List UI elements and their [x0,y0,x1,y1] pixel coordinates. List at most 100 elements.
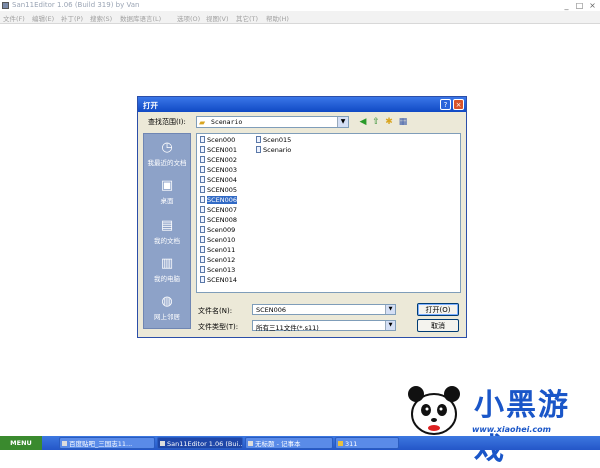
menu-file[interactable]: 文件(F) [3,13,25,23]
file-item[interactable]: SCEN008 [200,216,237,225]
file-name: Scenario [263,146,292,154]
lookin-combo[interactable]: ▰ Scenario ▼ [196,116,349,128]
place-my-documents[interactable]: ▤ 我的文档 [144,218,190,245]
file-name: Scen009 [207,226,236,234]
task-label: 311 [345,440,358,448]
menu-options[interactable]: 选项(O) [177,13,200,23]
start-button[interactable]: MENU [0,436,42,450]
chevron-down-icon[interactable]: ▼ [385,321,395,330]
file-name: Scen012 [207,256,236,264]
filetype-select[interactable]: 所有三11文件(*.s11) ▼ [252,320,396,332]
close-icon[interactable]: × [587,1,598,10]
file-item[interactable]: Scen010 [200,236,235,245]
folder-icon [338,441,343,446]
up-folder-icon[interactable]: ⇧ [370,116,382,128]
menu-view[interactable]: 视图(V) [206,13,229,23]
help-icon[interactable]: ? [440,99,451,110]
recent-documents-icon: ◷ [161,140,173,155]
open-file-dialog: 打开 ? × 查找范围(I): ▰ Scenario ▼ ◀ ⇧ ✱ ▦ ◷ 我… [137,96,467,338]
file-item[interactable]: SCEN007 [200,206,237,215]
menu-edit[interactable]: 编辑(E) [32,13,54,23]
file-item[interactable]: Scen000 [200,136,235,145]
menu-help[interactable]: 帮助(H) [266,13,289,23]
file-icon [200,176,205,183]
task-label: 无标题 - 记事本 [255,440,301,448]
filename-value: SCEN006 [256,306,287,314]
my-computer-icon: ▥ [160,256,174,271]
filename-input[interactable]: SCEN006 ▼ [252,304,396,315]
lookin-value: Scenario [211,118,243,126]
open-button[interactable]: 打开(O) [417,303,459,316]
back-icon[interactable]: ◀ [357,116,369,128]
dialog-close-icon[interactable]: × [453,99,464,110]
desktop-icon: ▣ [160,178,174,193]
file-name: SCEN002 [207,156,238,164]
folder-icon: ▰ [199,118,206,127]
chevron-down-icon[interactable]: ▼ [385,305,395,314]
place-label: 我最近的文档 [147,159,187,167]
panda-icon [408,386,460,435]
file-item[interactable]: Scen015 [256,136,291,145]
file-name: Scen010 [207,236,236,244]
file-item[interactable]: SCEN014 [200,276,237,285]
menu-bar: 文件(F) 编辑(E) 补丁(P) 搜索(S) 数据库语言(L) 选项(O) 视… [0,11,600,24]
maximize-icon[interactable]: □ [574,1,585,10]
file-icon [200,226,205,233]
menu-search[interactable]: 搜索(S) [90,13,112,23]
file-item[interactable]: SCEN001 [200,146,237,155]
file-name: Scen011 [207,246,236,254]
place-label: 我的文档 [154,237,180,245]
file-icon [200,196,205,203]
place-my-computer[interactable]: ▥ 我的电脑 [144,256,190,283]
taskbar: MENU 百度贴吧_三国志11... San11Editor 1.06 (Bui… [0,436,600,450]
file-item[interactable]: Scen011 [200,246,235,255]
file-icon [200,166,205,173]
file-name: SCEN005 [207,186,238,194]
file-item[interactable]: Scen012 [200,256,235,265]
my-documents-icon: ▤ [160,218,174,233]
places-bar: ◷ 我最近的文档 ▣ 桌面 ▤ 我的文档 ▥ 我的电脑 ◍ 网上邻居 [143,133,191,329]
file-icon [200,276,205,283]
file-icon [200,136,205,143]
logo-url: www.xiaohei.com [472,425,551,434]
taskbar-item-notepad[interactable]: 无标题 - 记事本 [245,437,333,449]
file-item[interactable]: SCEN002 [200,156,237,165]
file-icon [200,246,205,253]
task-label: 百度贴吧_三国志11... [69,440,133,448]
file-item[interactable]: Scenario [256,146,291,155]
network-places-icon: ◍ [161,294,173,309]
file-icon [200,256,205,263]
file-item[interactable]: SCEN003 [200,166,237,175]
place-desktop[interactable]: ▣ 桌面 [144,178,190,205]
menu-other[interactable]: 其它(T) [236,13,258,23]
chevron-down-icon[interactable]: ▼ [337,117,348,127]
taskbar-item-editor[interactable]: San11Editor 1.06 (Bui... [157,437,243,449]
filetype-value: 所有三11文件(*.s11) [256,324,319,332]
file-icon [200,216,205,223]
place-network[interactable]: ◍ 网上邻居 [144,294,190,321]
menu-patch[interactable]: 补丁(P) [61,13,83,23]
file-name: SCEN008 [207,216,238,224]
cancel-button[interactable]: 取消 [417,319,459,332]
file-icon [200,146,205,153]
file-item[interactable]: SCEN006 [200,196,238,205]
file-item[interactable]: Scen013 [200,266,235,275]
view-menu-icon[interactable]: ▦ [397,116,409,128]
minimize-icon[interactable]: _ [561,1,572,10]
lookin-label: 查找范围(I): [148,118,186,126]
file-icon [200,156,205,163]
file-name: SCEN014 [207,276,238,284]
notepad-icon [248,441,253,446]
file-item[interactable]: SCEN005 [200,186,237,195]
menu-db-language[interactable]: 数据库语言(L) [120,13,161,23]
file-item[interactable]: SCEN004 [200,176,237,185]
place-recent[interactable]: ◷ 我最近的文档 [144,140,190,167]
file-icon [200,186,205,193]
file-list[interactable]: Scen000 SCEN001 SCEN002 SCEN003 SCEN004 SCEN0… [196,133,461,293]
file-item[interactable]: Scen009 [200,226,235,235]
file-name: Scen015 [263,136,292,144]
taskbar-item-folder[interactable]: 311 [335,437,399,449]
new-folder-icon[interactable]: ✱ [383,116,395,128]
dialog-title-bar: 打开 ? × [138,97,466,112]
taskbar-item-browser[interactable]: 百度贴吧_三国志11... [59,437,155,449]
